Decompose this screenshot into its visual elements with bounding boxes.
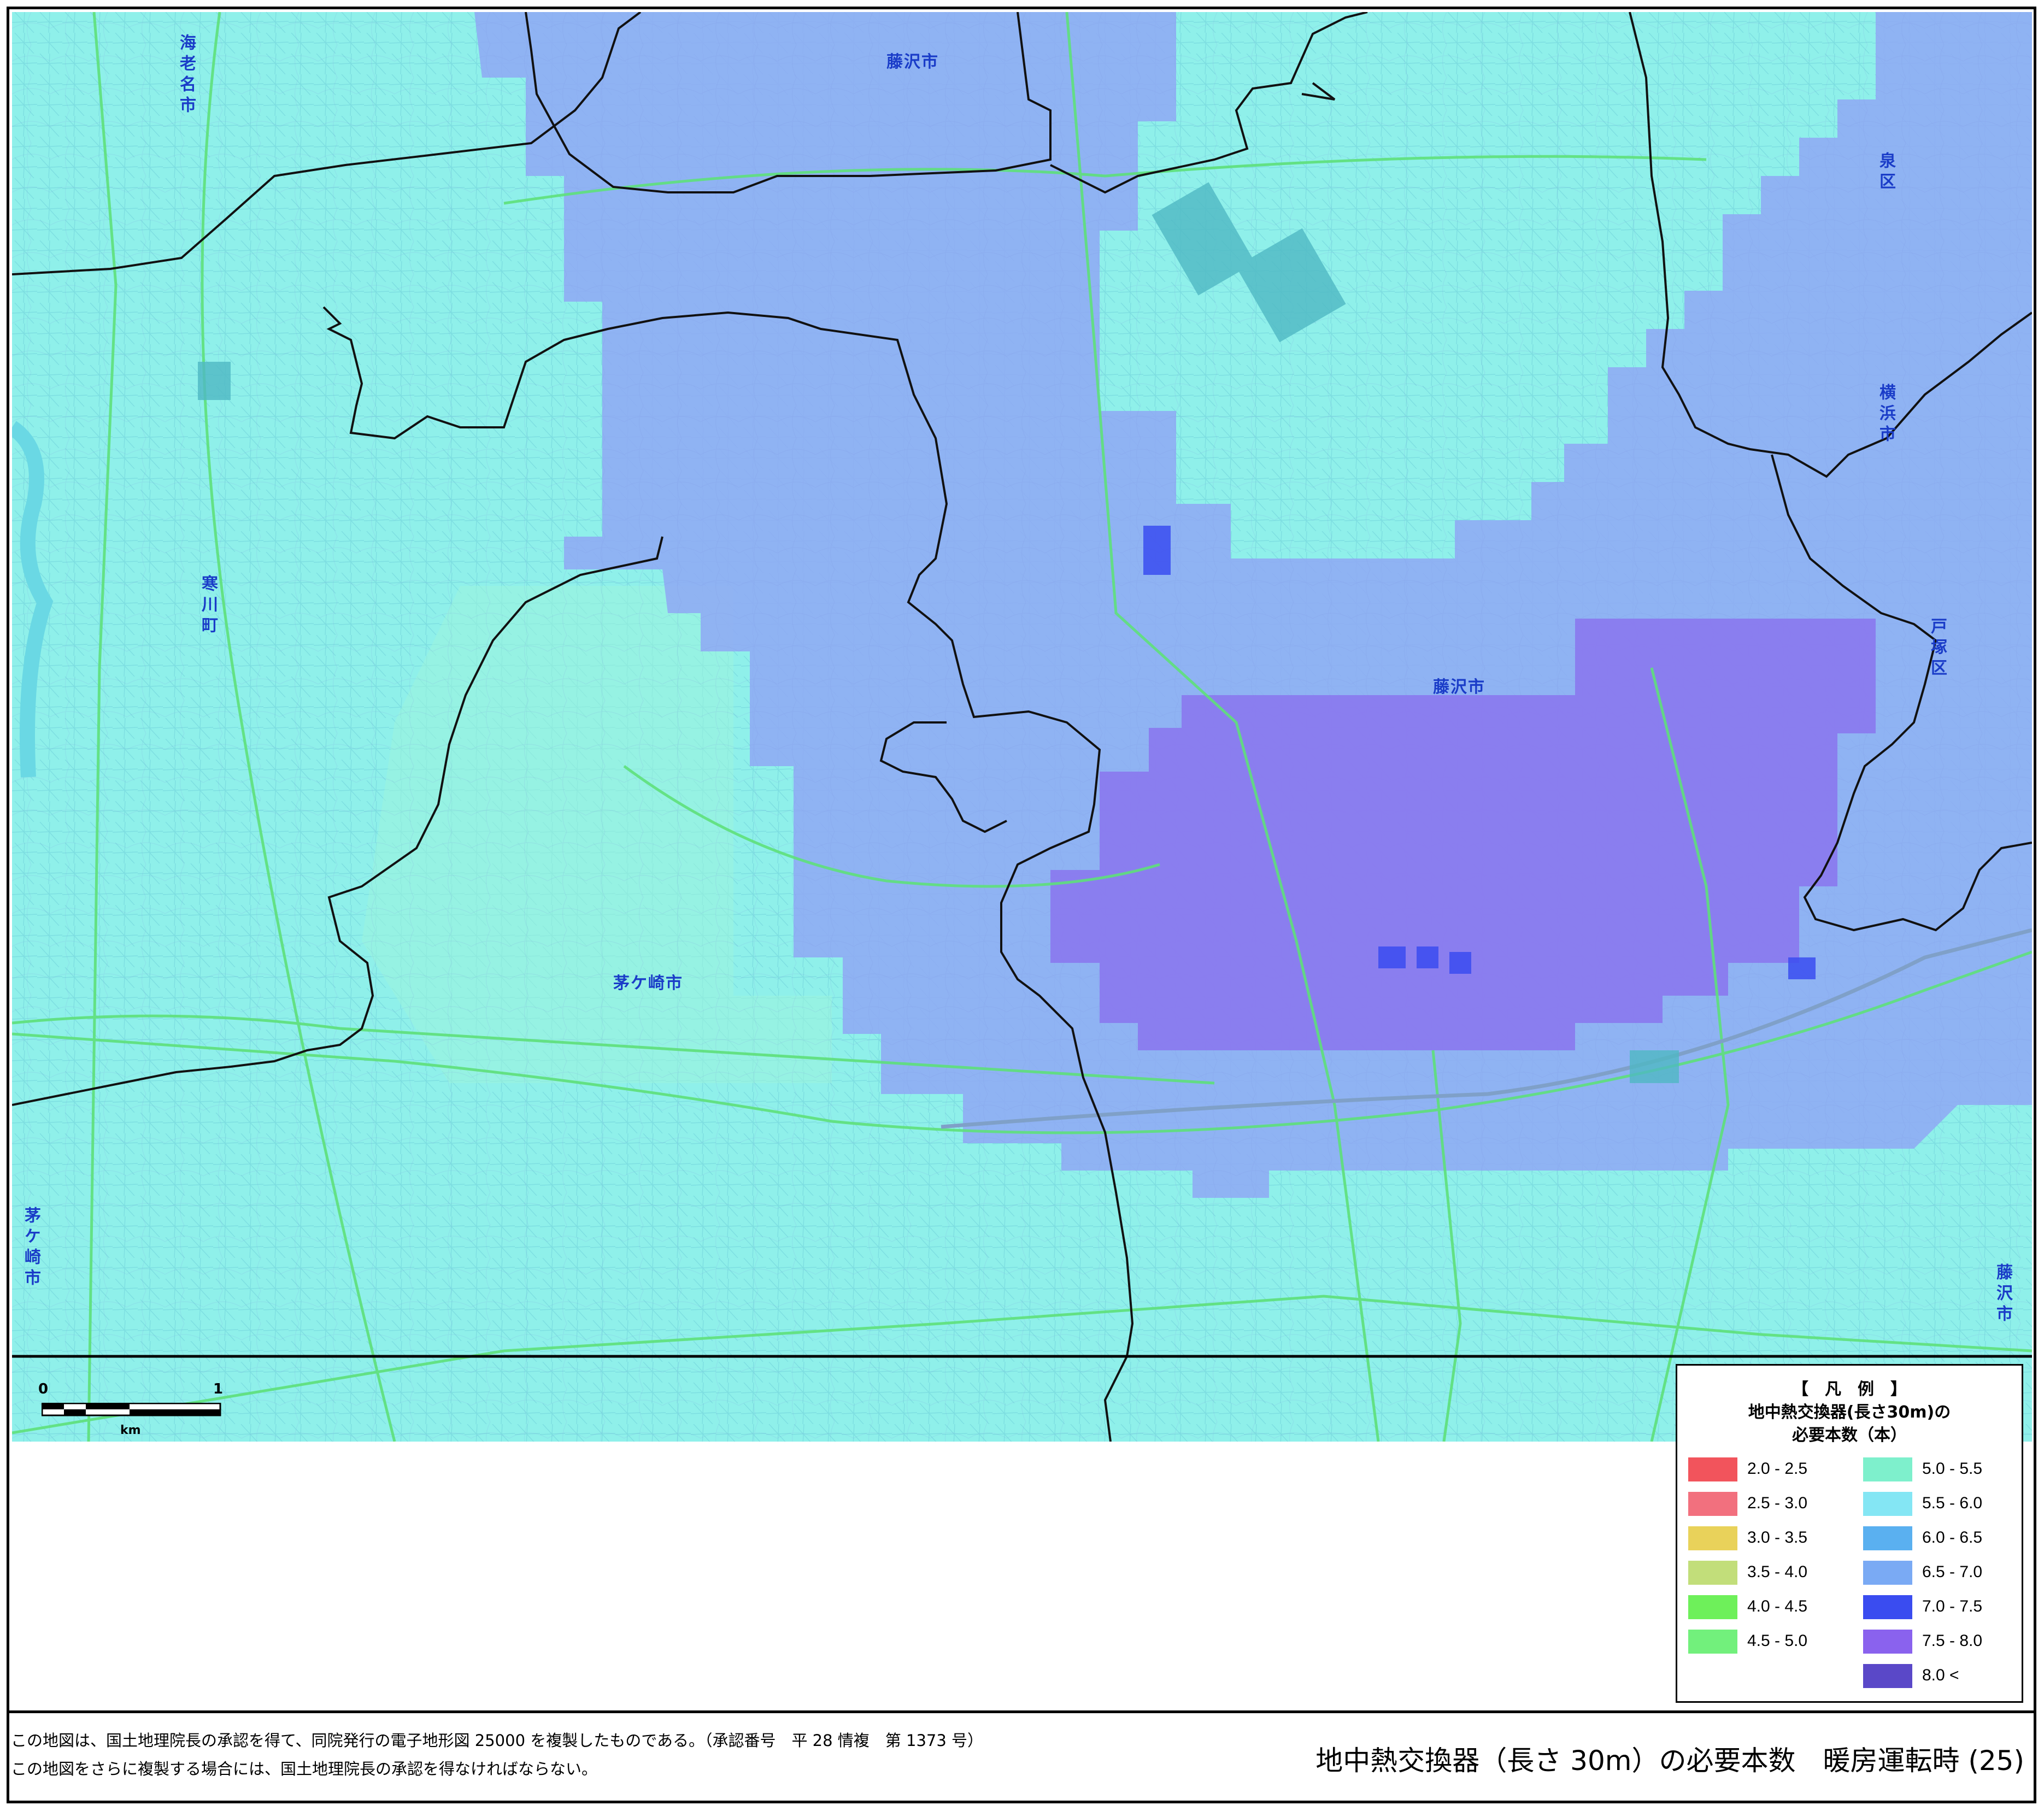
- place-fujisawa-right: 藤沢市: [1993, 1263, 2012, 1326]
- legend-title: 【 凡 例 】: [1792, 1380, 1907, 1399]
- legend-swatch: [1688, 1526, 1737, 1550]
- scale-bar-graphic: [42, 1403, 221, 1416]
- legend-swatch: [1688, 1595, 1737, 1619]
- map-title: 地中熱交換器（長さ 30m）の必要本数 暖房運転時 (25): [1315, 1745, 2024, 1777]
- scale-unit-label: km: [120, 1424, 141, 1437]
- legend-swatch: [1863, 1664, 1912, 1688]
- legend-swatch: [1863, 1630, 1912, 1654]
- legend-label: 4.0 - 4.5: [1747, 1597, 1808, 1615]
- legend-label: 3.5 - 4.0: [1747, 1563, 1808, 1581]
- legend-swatch: [1688, 1492, 1737, 1516]
- legend-label: 8.0 <: [1922, 1666, 1959, 1684]
- legend-label: 2.5 - 3.0: [1747, 1494, 1808, 1512]
- legend-label: 3.0 - 3.5: [1747, 1528, 1808, 1547]
- place-fujisawa-center: 藤沢市: [1433, 678, 1485, 697]
- legend-label: 5.0 - 5.5: [1922, 1460, 1983, 1478]
- scale-end-label: 1: [213, 1381, 224, 1397]
- legend-subtitle: 地中熱交換器(長さ30m)の: [1748, 1403, 1951, 1422]
- legend-swatch: [1688, 1561, 1737, 1585]
- legend-swatch: [1863, 1492, 1912, 1516]
- place-izumi: 泉区: [1876, 152, 1895, 193]
- copyright-note-2: この地図をさらに複製する場合には、国土地理院長の承認を得なければならない。: [11, 1760, 598, 1778]
- footer-divider: [7, 1710, 2036, 1713]
- legend-swatch: [1863, 1561, 1912, 1585]
- legend-label: 6.5 - 7.0: [1922, 1563, 1983, 1581]
- legend-swatch: [1863, 1457, 1912, 1481]
- place-samukawa: 寒川町: [198, 575, 218, 637]
- legend-label: 2.0 - 2.5: [1747, 1460, 1808, 1478]
- legend-swatch: [1688, 1630, 1737, 1654]
- legend: 【 凡 例 】 地中熱交換器(長さ30m)の 必要本数（本） 2.0 - 2.5…: [1676, 1364, 2023, 1703]
- place-totsuka: 戸塚区: [1928, 618, 1947, 680]
- place-fujisawa-top: 藤沢市: [886, 52, 939, 72]
- place-chigasaki-center: 茅ケ崎市: [613, 974, 683, 993]
- scale-start-label: 0: [38, 1381, 49, 1397]
- legend-label: 6.0 - 6.5: [1922, 1528, 1983, 1547]
- copyright-note-1: この地図は、国土地理院長の承認を得て、同院発行の電子地形図 25000 を複製し…: [11, 1731, 984, 1750]
- map-canvas: [12, 12, 2032, 1442]
- legend-label: 7.5 - 8.0: [1922, 1632, 1983, 1650]
- legend-swatch: [1863, 1526, 1912, 1550]
- place-chigasaki-left: 茅ケ崎市: [21, 1207, 40, 1290]
- scale-bar: 0 1 km: [38, 1381, 235, 1442]
- legend-label: 7.0 - 7.5: [1922, 1597, 1983, 1615]
- legend-swatch: [1688, 1457, 1737, 1481]
- place-yokohama: 横浜市: [1876, 384, 1895, 446]
- place-ebina: 海老名市: [177, 34, 196, 117]
- legend-label: 5.5 - 6.0: [1922, 1494, 1983, 1512]
- legend-unit: 必要本数（本）: [1792, 1426, 1907, 1445]
- map-area[interactable]: 海老名市 藤沢市 藤沢市 藤沢市 寒川町 茅ケ崎市 茅ケ崎市 泉区 横浜市 戸塚…: [12, 12, 2032, 1442]
- legend-swatch: [1863, 1595, 1912, 1619]
- legend-label: 4.5 - 5.0: [1747, 1632, 1808, 1650]
